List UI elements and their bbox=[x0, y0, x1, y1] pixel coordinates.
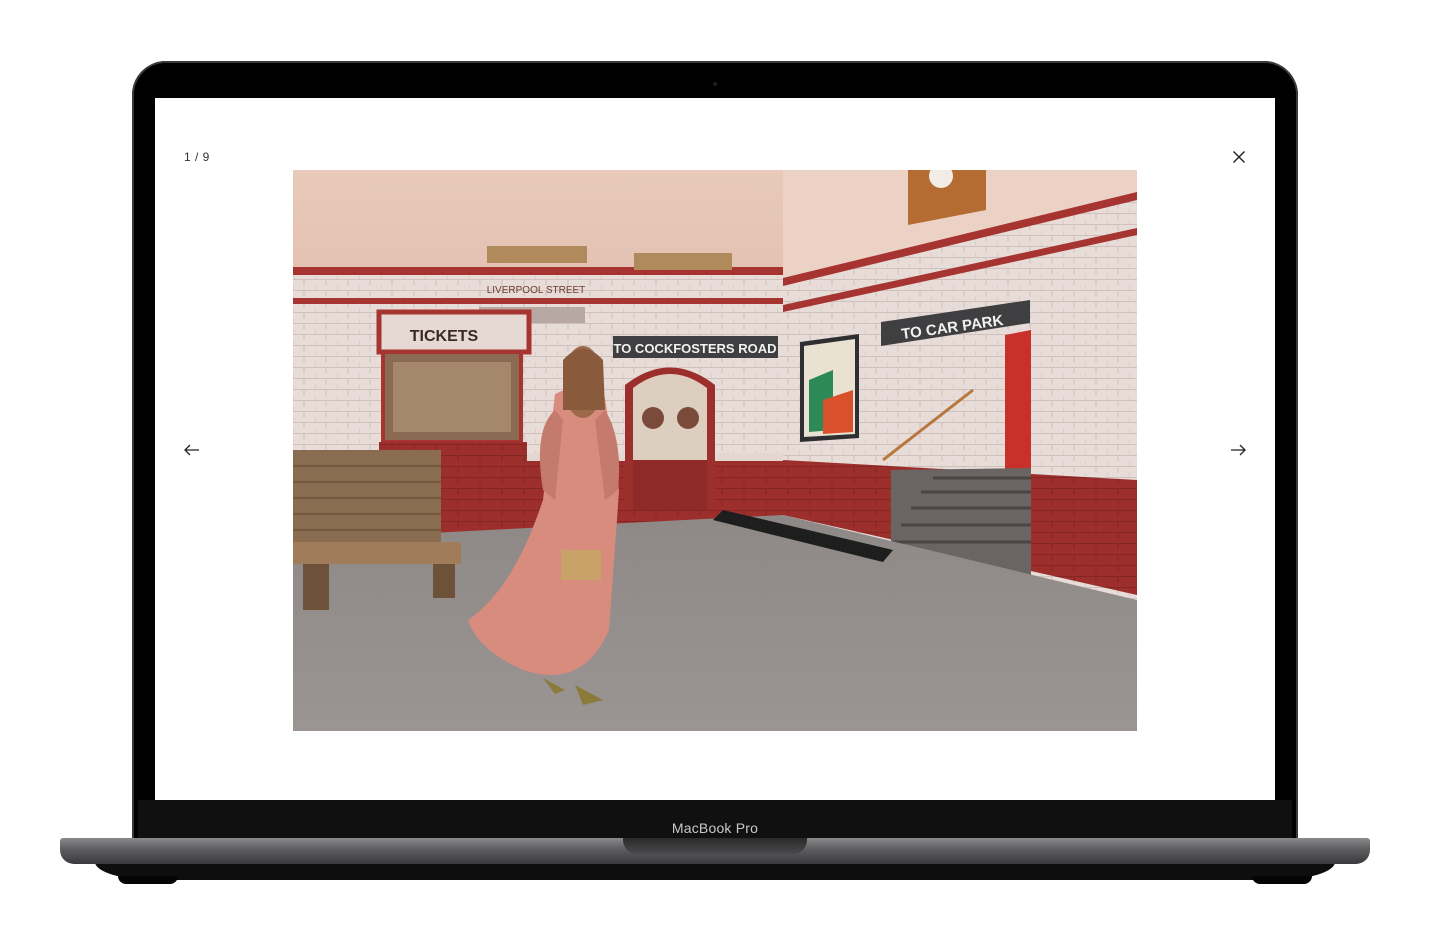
laptop-foot-left bbox=[118, 876, 178, 884]
device-brand-label: MacBook Pro bbox=[671, 820, 759, 836]
laptop-foot-right bbox=[1252, 876, 1312, 884]
arrow-left-icon bbox=[184, 444, 199, 456]
arrow-right-icon bbox=[1231, 444, 1246, 456]
photo-tickets-sign: TICKETS bbox=[410, 328, 479, 345]
previous-image-button[interactable] bbox=[182, 442, 202, 458]
gallery-photo: LIVERPOOL STREET TICKETS TO COCKFOSTERS … bbox=[293, 170, 1137, 731]
lightbox-screen: 1 / 9 LIVERPOOL STREET TICKETS TO COCKFO… bbox=[155, 98, 1275, 800]
next-image-button[interactable] bbox=[1228, 442, 1248, 458]
photo-station-sign: LIVERPOOL STREET bbox=[487, 285, 586, 296]
camera bbox=[713, 82, 717, 86]
photo-platform-sign: TO COCKFOSTERS ROAD bbox=[614, 341, 777, 356]
close-icon bbox=[1233, 151, 1245, 163]
image-counter: 1 / 9 bbox=[184, 150, 210, 164]
laptop-notch bbox=[623, 838, 807, 854]
close-button[interactable] bbox=[1231, 149, 1247, 165]
laptop-base-underside bbox=[95, 862, 1335, 880]
